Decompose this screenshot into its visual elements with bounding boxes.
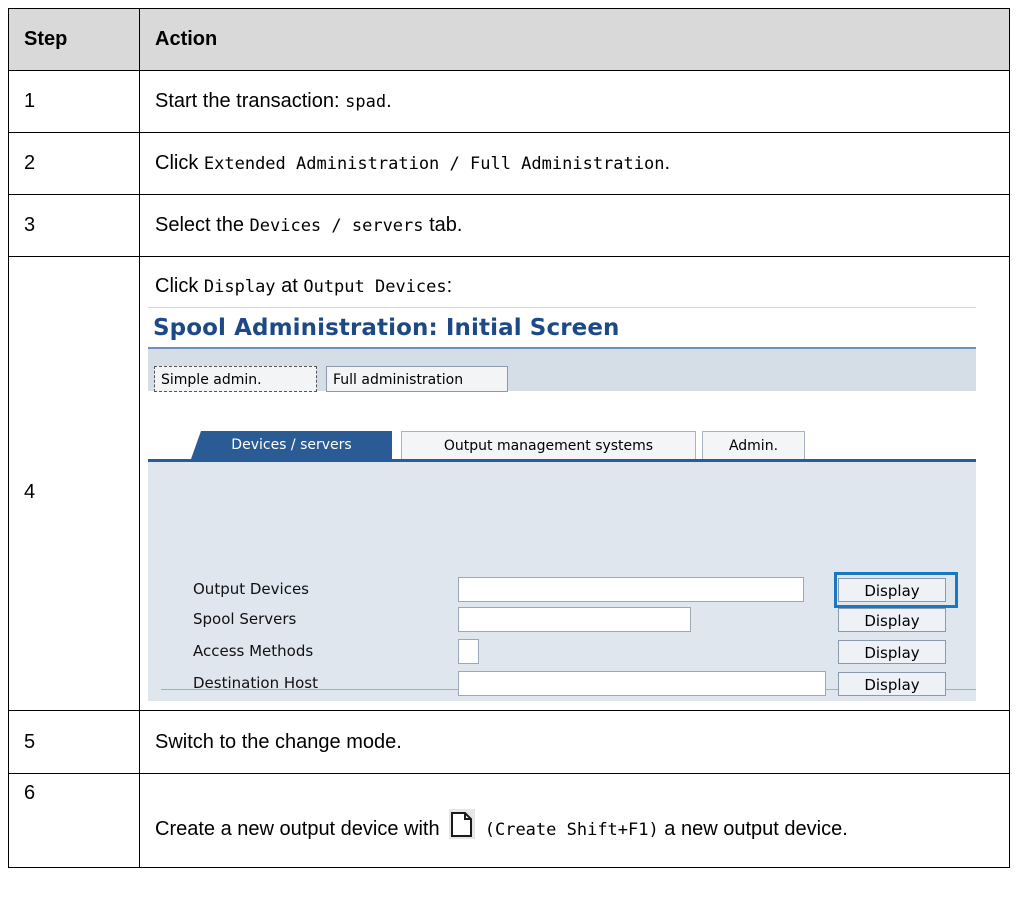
table-row: 3 Select the Devices / servers tab. — [8, 194, 1010, 257]
action-cell: Click Extended Administration / Full Adm… — [139, 132, 1010, 195]
action-text: Select the — [155, 214, 250, 236]
tab-devices-servers[interactable]: Devices / servers — [191, 431, 392, 459]
table-row: 2 Click Extended Administration / Full A… — [8, 132, 1010, 195]
header-step: Step — [8, 8, 140, 71]
access-methods-label: Access Methods — [193, 642, 314, 660]
action-text: Start the transaction: — [155, 90, 346, 112]
divider — [148, 307, 976, 308]
table-row: 4 Click Display at Output Devices: Spool… — [8, 256, 1010, 711]
action-cell: Switch to the change mode. — [139, 710, 1010, 774]
tab-admin[interactable]: Admin. — [702, 431, 805, 459]
code-text: Extended Administration / Full Administr… — [203, 154, 665, 174]
action-cell: Select the Devices / servers tab. — [139, 194, 1010, 257]
action-text: . — [664, 152, 671, 174]
action-text: a new output device. — [658, 818, 848, 840]
action-text: : — [446, 275, 453, 297]
code-text: Devices / servers — [249, 216, 424, 236]
table-row: 1 Start the transaction: spad. — [8, 70, 1010, 133]
step-number: 3 — [8, 194, 140, 257]
display-button-highlight — [834, 572, 958, 608]
header-row: Step Action — [8, 8, 1010, 71]
step-number: 5 — [8, 710, 140, 774]
create-document-icon — [449, 809, 476, 839]
destination-host-display-button[interactable]: Display — [838, 672, 946, 696]
spool-servers-label: Spool Servers — [193, 610, 297, 628]
action-text: Click — [155, 275, 204, 297]
code-text: spad — [345, 92, 387, 112]
access-methods-field[interactable] — [458, 639, 479, 664]
spool-servers-field[interactable] — [458, 607, 691, 632]
code-text: Output Devices — [303, 277, 447, 297]
action-text: Click — [155, 152, 204, 174]
divider — [148, 701, 976, 710]
tab-output-management-systems[interactable]: Output management systems — [401, 431, 696, 459]
destination-host-field[interactable] — [458, 671, 826, 696]
action-cell: Click Display at Output Devices: Spool A… — [139, 256, 1010, 711]
output-devices-field[interactable] — [458, 577, 804, 602]
action-cell: Start the transaction: spad. — [139, 70, 1010, 133]
action-text: . — [386, 90, 392, 112]
spool-servers-display-button[interactable]: Display — [838, 608, 946, 632]
steps-table: Step Action 1 Start the transaction: spa… — [8, 8, 1010, 868]
header-action: Action — [139, 8, 1010, 71]
full-administration-button[interactable]: Full administration — [326, 366, 508, 392]
code-text: Display — [203, 277, 276, 297]
access-methods-display-button[interactable]: Display — [838, 640, 946, 664]
action-text: tab. — [423, 214, 463, 236]
table-row: 6 Create a new output device with (Creat… — [8, 773, 1010, 868]
step-number: 2 — [8, 132, 140, 195]
sap-screenshot: Spool Administration: Initial Screen Sim… — [148, 307, 976, 710]
action-text: Create a new output device with — [155, 818, 446, 840]
sap-title: Spool Administration: Initial Screen — [153, 315, 620, 341]
action-cell: Create a new output device with (Create … — [139, 773, 1010, 868]
action-text: at — [275, 275, 304, 297]
destination-host-label: Destination Host — [193, 674, 318, 692]
step-number: 1 — [8, 70, 140, 133]
step-number: 6 — [8, 773, 140, 868]
table-row: 5 Switch to the change mode. — [8, 710, 1010, 774]
step-number: 4 — [8, 256, 140, 711]
simple-admin-button[interactable]: Simple admin. — [154, 366, 317, 392]
output-devices-label: Output Devices — [193, 580, 309, 598]
code-text: (Create Shift+F1) — [484, 820, 659, 840]
